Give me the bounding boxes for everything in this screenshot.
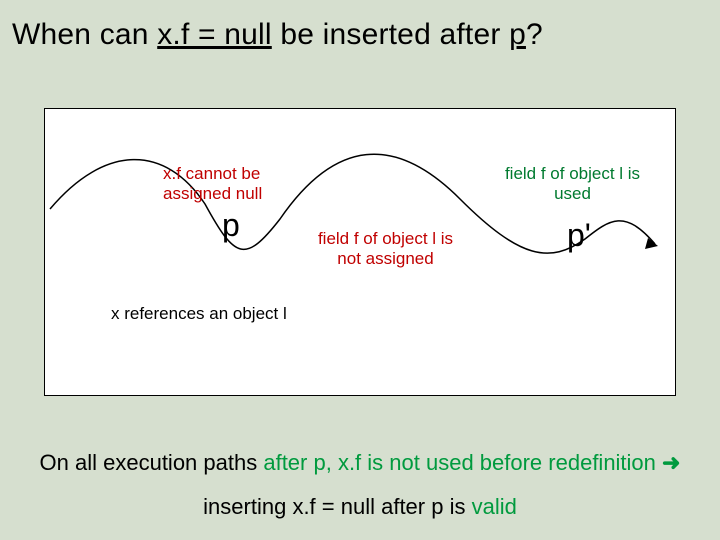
path-curve	[45, 109, 677, 309]
title-code: x.f = null	[157, 18, 272, 51]
label-p: p	[222, 207, 240, 244]
annotation-not-assigned: field f of object l is not assigned	[313, 229, 458, 268]
slide-title: When can x.f = null be inserted after p?	[12, 18, 543, 52]
title-q: ?	[526, 18, 543, 51]
annotation-references: x references an object l	[111, 304, 287, 324]
annotation-field-used: field f of object l is used	[495, 164, 650, 203]
conclusion-1-green: after p, x.f is not used before redefini…	[263, 450, 656, 475]
title-mid: be inserted after	[272, 18, 509, 51]
diagram-frame: x.f cannot be assigned null field f of o…	[44, 108, 676, 396]
conclusion-1-pre: On all execution paths	[40, 450, 264, 475]
title-pre: When can	[12, 18, 157, 51]
conclusion-2-green: valid	[472, 494, 517, 519]
title-p: p	[509, 18, 526, 51]
arrow-icon: ➜	[656, 450, 681, 475]
conclusion-2-pre: inserting x.f = null after p is	[203, 494, 471, 519]
conclusion-line-2: inserting x.f = null after p is valid	[0, 494, 720, 520]
conclusion-line-1: On all execution paths after p, x.f is n…	[0, 450, 720, 476]
label-p-prime: p'	[567, 217, 591, 254]
annotation-cannot-assign: x.f cannot be assigned null	[163, 164, 293, 203]
